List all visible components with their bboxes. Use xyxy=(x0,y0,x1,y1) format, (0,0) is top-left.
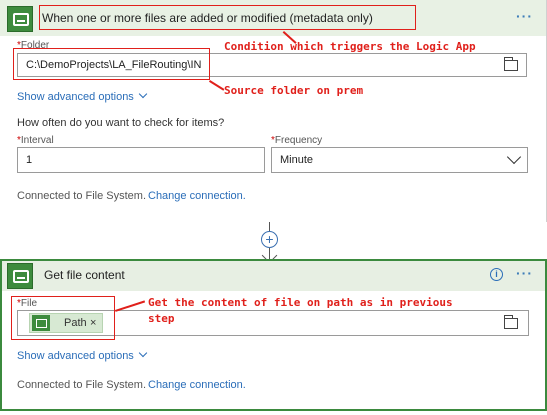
connection-status: Connected to File System. xyxy=(17,190,147,202)
show-advanced-options-link[interactable]: Show advanced options xyxy=(17,89,148,103)
more-options-icon[interactable]: ··· xyxy=(516,8,533,24)
more-options-icon[interactable]: ··· xyxy=(516,265,533,281)
file-system-connector-icon xyxy=(7,6,33,32)
chevron-down-icon xyxy=(138,89,148,99)
frequency-value: Minute xyxy=(280,154,314,166)
action-header[interactable]: Get file content i ··· xyxy=(2,261,545,291)
frequency-label: *Frequency xyxy=(271,135,323,146)
content-annotation-line2: step xyxy=(148,312,175,325)
file-system-connector-icon xyxy=(7,263,33,289)
show-advanced-options-link[interactable]: Show advanced options xyxy=(17,348,148,362)
folder-picker-icon[interactable] xyxy=(503,57,518,71)
info-icon[interactable]: i xyxy=(490,268,503,281)
interval-input[interactable]: 1 xyxy=(17,147,265,173)
frequency-select[interactable]: Minute xyxy=(271,147,528,173)
folder-picker-icon[interactable] xyxy=(503,315,518,329)
file-highlight xyxy=(11,296,115,340)
add-step-button[interactable]: + xyxy=(261,231,278,248)
interval-value: 1 xyxy=(26,154,33,166)
source-annotation: Source folder on prem xyxy=(224,84,364,97)
trigger-title-highlight xyxy=(39,5,416,30)
connection-status: Connected to File System. xyxy=(17,379,147,391)
interval-label: *Interval xyxy=(17,135,54,146)
chevron-down-icon xyxy=(138,348,148,358)
trigger-card: When one or more files are added or modi… xyxy=(0,0,547,222)
change-connection-link[interactable]: Change connection. xyxy=(148,190,246,202)
frequency-question: How often do you want to check for items… xyxy=(17,117,225,129)
content-annotation-line1: Get the content of file on path as in pr… xyxy=(148,296,453,309)
folder-highlight xyxy=(13,48,210,80)
change-connection-link[interactable]: Change connection. xyxy=(148,379,246,391)
action-title: Get file content xyxy=(44,268,125,282)
trigger-annotation: Condition which triggers the Logic App xyxy=(224,40,476,53)
